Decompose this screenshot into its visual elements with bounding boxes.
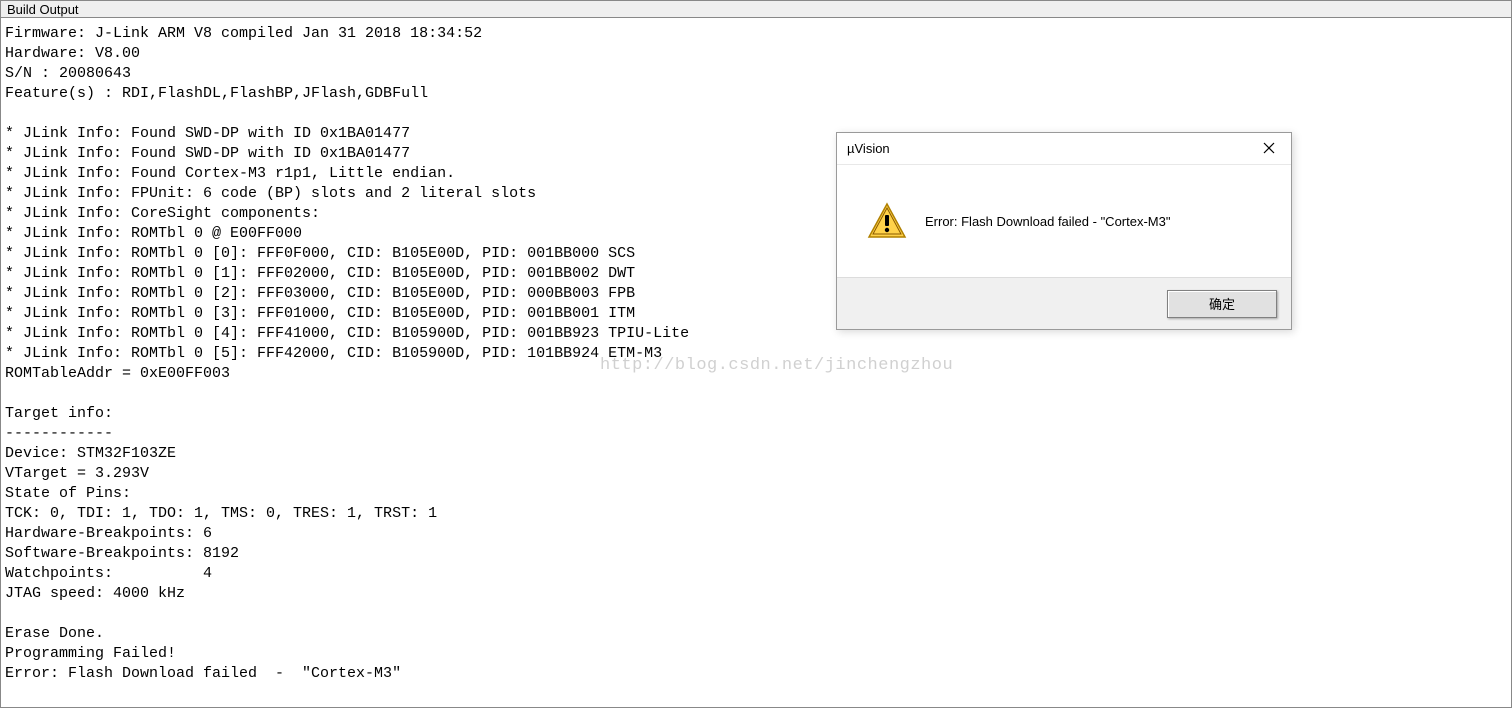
- dialog-title: µVision: [847, 141, 890, 156]
- output-line: * JLink Info: ROMTbl 0 [1]: FFF02000, CI…: [5, 265, 635, 282]
- output-line: Firmware: J-Link ARM V8 compiled Jan 31 …: [5, 25, 482, 42]
- build-output-panel-title: Build Output: [0, 0, 1512, 18]
- dialog-body: Error: Flash Download failed - "Cortex-M…: [837, 165, 1291, 277]
- output-line: * JLink Info: ROMTbl 0 [3]: FFF01000, CI…: [5, 305, 635, 322]
- warning-triangle-icon: [867, 201, 907, 241]
- output-line: Target info:: [5, 405, 113, 422]
- output-line: Watchpoints: 4: [5, 565, 212, 582]
- output-line: VTarget = 3.293V: [5, 465, 149, 482]
- output-line: Hardware-Breakpoints: 6: [5, 525, 212, 542]
- output-line: State of Pins:: [5, 485, 140, 502]
- ok-button[interactable]: 确定: [1167, 290, 1277, 318]
- dialog-footer: 确定: [837, 277, 1291, 329]
- output-line: * JLink Info: CoreSight components:: [5, 205, 320, 222]
- error-dialog: µVision Error: Flash Download failed - "…: [836, 132, 1292, 330]
- output-line: Hardware: V8.00: [5, 45, 140, 62]
- dialog-titlebar[interactable]: µVision: [837, 133, 1291, 165]
- output-line: * JLink Info: Found SWD-DP with ID 0x1BA…: [5, 125, 410, 142]
- output-line: ------------: [5, 425, 113, 442]
- output-line: ROMTableAddr = 0xE00FF003: [5, 365, 230, 382]
- output-line: * JLink Info: ROMTbl 0 [4]: FFF41000, CI…: [5, 325, 689, 342]
- output-line: [5, 105, 14, 122]
- output-line: Feature(s) : RDI,FlashDL,FlashBP,JFlash,…: [5, 85, 428, 102]
- output-line: [5, 385, 14, 402]
- output-line: * JLink Info: Found SWD-DP with ID 0x1BA…: [5, 145, 410, 162]
- panel-title-text: Build Output: [7, 2, 79, 17]
- output-line: JTAG speed: 4000 kHz: [5, 585, 185, 602]
- output-line: S/N : 20080643: [5, 65, 131, 82]
- close-button[interactable]: [1247, 134, 1291, 164]
- output-line: TCK: 0, TDI: 1, TDO: 1, TMS: 0, TRES: 1,…: [5, 505, 437, 522]
- output-line: Software-Breakpoints: 8192: [5, 545, 239, 562]
- dialog-message: Error: Flash Download failed - "Cortex-M…: [925, 214, 1170, 229]
- output-line: Programming Failed!: [5, 645, 176, 662]
- output-line: * JLink Info: Found Cortex-M3 r1p1, Litt…: [5, 165, 455, 182]
- output-line: Erase Done.: [5, 625, 104, 642]
- output-line: * JLink Info: ROMTbl 0 [2]: FFF03000, CI…: [5, 285, 635, 302]
- output-line: * JLink Info: ROMTbl 0 [0]: FFF0F000, CI…: [5, 245, 635, 262]
- output-line: * JLink Info: ROMTbl 0 @ E00FF000: [5, 225, 302, 242]
- close-icon: [1263, 141, 1275, 157]
- output-line: Device: STM32F103ZE: [5, 445, 176, 462]
- build-output-text-area[interactable]: Firmware: J-Link ARM V8 compiled Jan 31 …: [0, 18, 1512, 708]
- output-line: Error: Flash Download failed - "Cortex-M…: [5, 665, 401, 682]
- output-line: [5, 605, 14, 622]
- ok-button-label: 确定: [1209, 294, 1235, 313]
- output-line: * JLink Info: ROMTbl 0 [5]: FFF42000, CI…: [5, 345, 662, 362]
- output-line: * JLink Info: FPUnit: 6 code (BP) slots …: [5, 185, 536, 202]
